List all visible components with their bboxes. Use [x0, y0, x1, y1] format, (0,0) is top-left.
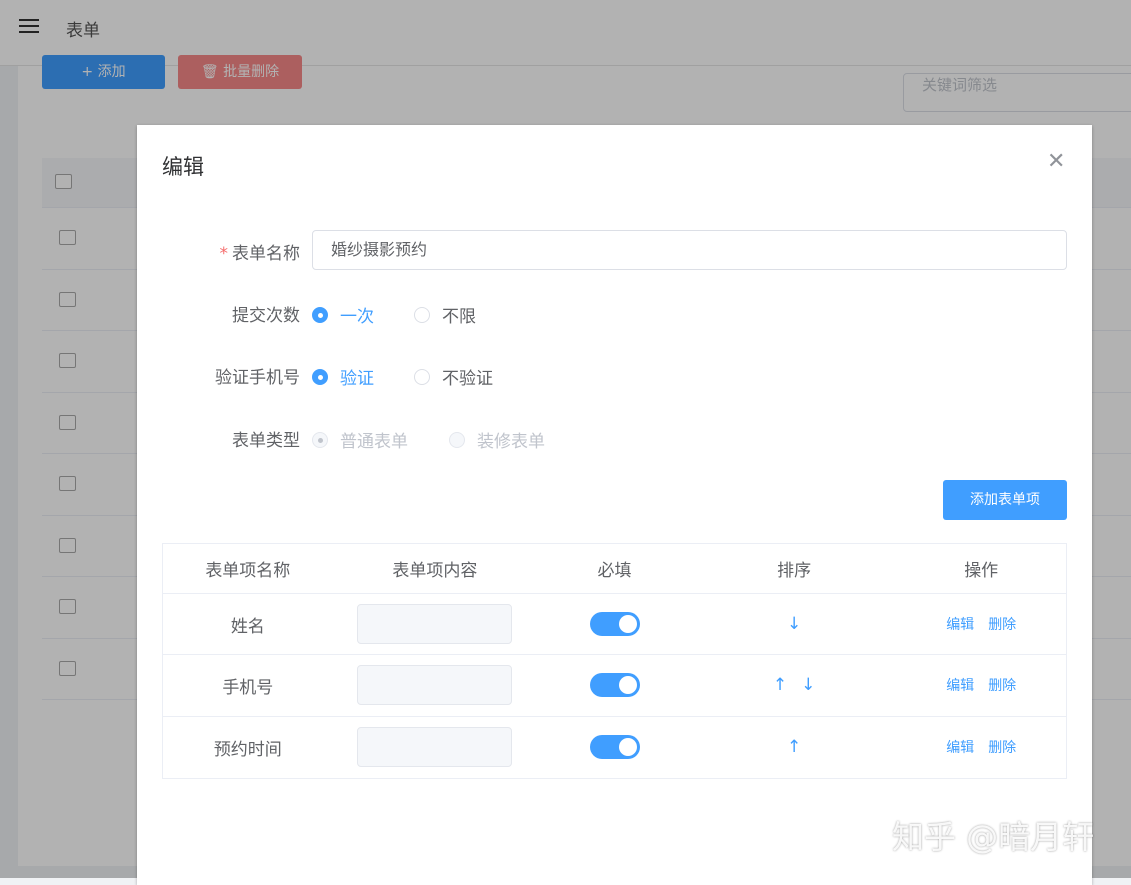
required-toggle[interactable]	[589, 673, 640, 698]
table-row: 预约时间 ↑ 编辑 删除	[163, 717, 1066, 778]
move-down-icon[interactable]: ↓	[801, 675, 815, 695]
header-actions: 操作	[964, 561, 999, 581]
delete-link[interactable]: 删除	[988, 678, 1016, 694]
form-items-table: 表单项名称 表单项内容 必填 排序 操作 姓名 ↓ 编辑 删除 手机号 ↑ ↓ 编辑…	[162, 543, 1067, 779]
dialog-title: 编辑	[162, 155, 204, 179]
header-sort: 排序	[777, 561, 812, 581]
radio-normal-form: 普通表单	[312, 427, 408, 452]
form-name-input[interactable]: 婚纱摄影预约	[312, 230, 1067, 270]
move-down-icon[interactable]: ↓	[787, 614, 801, 634]
item-content-box[interactable]	[357, 727, 513, 768]
form-type-label: 表单类型	[232, 431, 300, 451]
required-toggle[interactable]	[589, 612, 640, 637]
delete-link[interactable]: 删除	[988, 740, 1016, 756]
table-row: 手机号 ↑ ↓ 编辑 删除	[163, 655, 1066, 717]
delete-link[interactable]: 删除	[988, 617, 1016, 633]
submit-count-label: 提交次数	[232, 306, 300, 326]
radio-once[interactable]: 一次	[312, 302, 374, 327]
add-form-item-button[interactable]: 添加表单项	[943, 480, 1067, 520]
required-toggle[interactable]	[589, 735, 640, 760]
radio-decor-form: 装修表单	[449, 427, 545, 452]
radio-verify[interactable]: 验证	[312, 364, 374, 389]
form-name-label: * 表单名称	[219, 244, 301, 264]
watermark: 知乎 @暗月轩	[892, 818, 1095, 856]
header-item-content: 表单项内容	[392, 561, 478, 581]
item-name: 手机号	[222, 677, 274, 698]
table-row: 姓名 ↓ 编辑 删除	[163, 594, 1066, 656]
header-required: 必填	[597, 561, 632, 581]
item-content-box[interactable]	[357, 665, 513, 706]
radio-unlimited[interactable]: 不限	[414, 302, 476, 327]
radio-no-verify[interactable]: 不验证	[414, 364, 493, 389]
close-icon[interactable]: ✕	[1047, 149, 1065, 174]
verify-phone-label: 验证手机号	[215, 368, 300, 388]
item-content-box[interactable]	[357, 604, 513, 645]
move-up-icon[interactable]: ↑	[787, 737, 801, 757]
table-header: 表单项名称 表单项内容 必填 排序 操作	[163, 544, 1066, 594]
item-name: 姓名	[230, 616, 265, 637]
edit-link[interactable]: 编辑	[946, 740, 974, 756]
move-up-icon[interactable]: ↑	[773, 675, 787, 695]
edit-link[interactable]: 编辑	[946, 617, 974, 633]
header-item-name: 表单项名称	[205, 561, 291, 581]
item-name: 预约时间	[213, 739, 282, 760]
edit-dialog: 编辑 ✕ * 表单名称 婚纱摄影预约 提交次数 一次 不限 验证手机号 验证 不验…	[137, 125, 1092, 885]
edit-link[interactable]: 编辑	[946, 678, 974, 694]
